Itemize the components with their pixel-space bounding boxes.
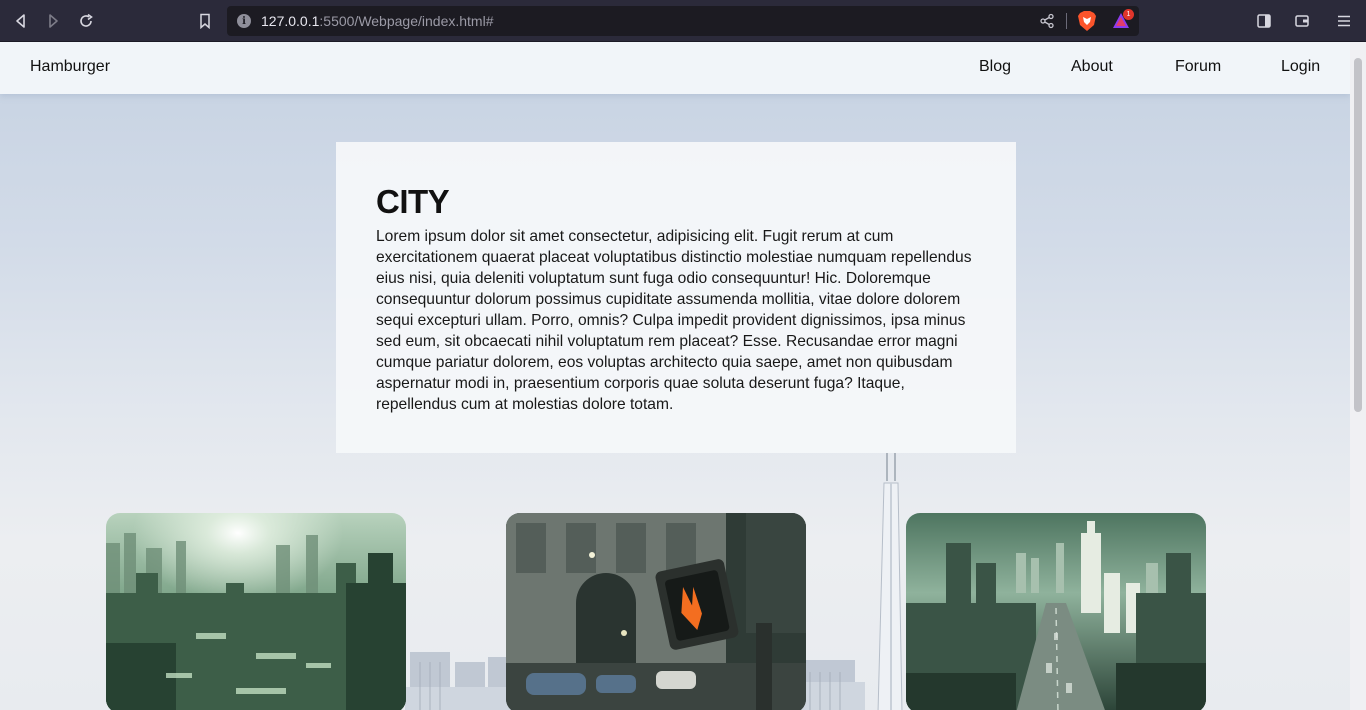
- browser-toolbar: i 127.0.0.1:5500/Webpage/index.html# 1: [0, 0, 1366, 42]
- forward-icon[interactable]: [43, 11, 63, 31]
- city-photo-2[interactable]: [506, 513, 806, 710]
- share-icon[interactable]: [1039, 13, 1055, 29]
- brand-logo-text[interactable]: Hamburger: [30, 58, 110, 76]
- bookmark-icon[interactable]: [195, 11, 215, 31]
- sidebar-icon[interactable]: [1254, 11, 1274, 31]
- nav-link-about[interactable]: About: [1071, 58, 1113, 76]
- reload-icon[interactable]: [76, 11, 96, 31]
- wallet-icon[interactable]: [1292, 11, 1312, 31]
- hero-body-text: Lorem ipsum dolor sit amet consectetur, …: [376, 228, 972, 413]
- background-tower: [877, 453, 903, 710]
- url-separator: [1066, 13, 1067, 29]
- menu-icon[interactable]: [1334, 11, 1354, 31]
- nav-link-login[interactable]: Login: [1281, 58, 1320, 76]
- brave-shields-icon[interactable]: [1077, 10, 1097, 32]
- city-photo-1[interactable]: [106, 513, 406, 710]
- url-path: :5500/Webpage/index.html#: [319, 13, 494, 29]
- rewards-badge: 1: [1123, 9, 1134, 20]
- site-info-icon[interactable]: i: [237, 14, 251, 28]
- url-text[interactable]: 127.0.0.1:5500/Webpage/index.html#: [261, 13, 493, 29]
- nav-link-forum[interactable]: Forum: [1175, 58, 1221, 76]
- city-photo-3[interactable]: [906, 513, 1206, 710]
- nav-link-blog[interactable]: Blog: [979, 58, 1011, 76]
- hero-title: CITY: [376, 183, 450, 220]
- url-host: 127.0.0.1: [261, 13, 320, 29]
- scrollbar-thumb[interactable]: [1354, 58, 1362, 412]
- site-navbar: Hamburger Blog About Forum Login: [0, 42, 1350, 94]
- hero-card: CITY Lorem ipsum dolor sit amet consecte…: [336, 142, 1016, 453]
- page-viewport: Hamburger Blog About Forum Login CITY Lo…: [0, 42, 1350, 710]
- page-scrollbar[interactable]: [1350, 42, 1366, 710]
- back-icon[interactable]: [11, 11, 31, 31]
- brave-rewards-icon[interactable]: 1: [1111, 9, 1134, 31]
- address-bar[interactable]: i 127.0.0.1:5500/Webpage/index.html# 1: [227, 6, 1139, 36]
